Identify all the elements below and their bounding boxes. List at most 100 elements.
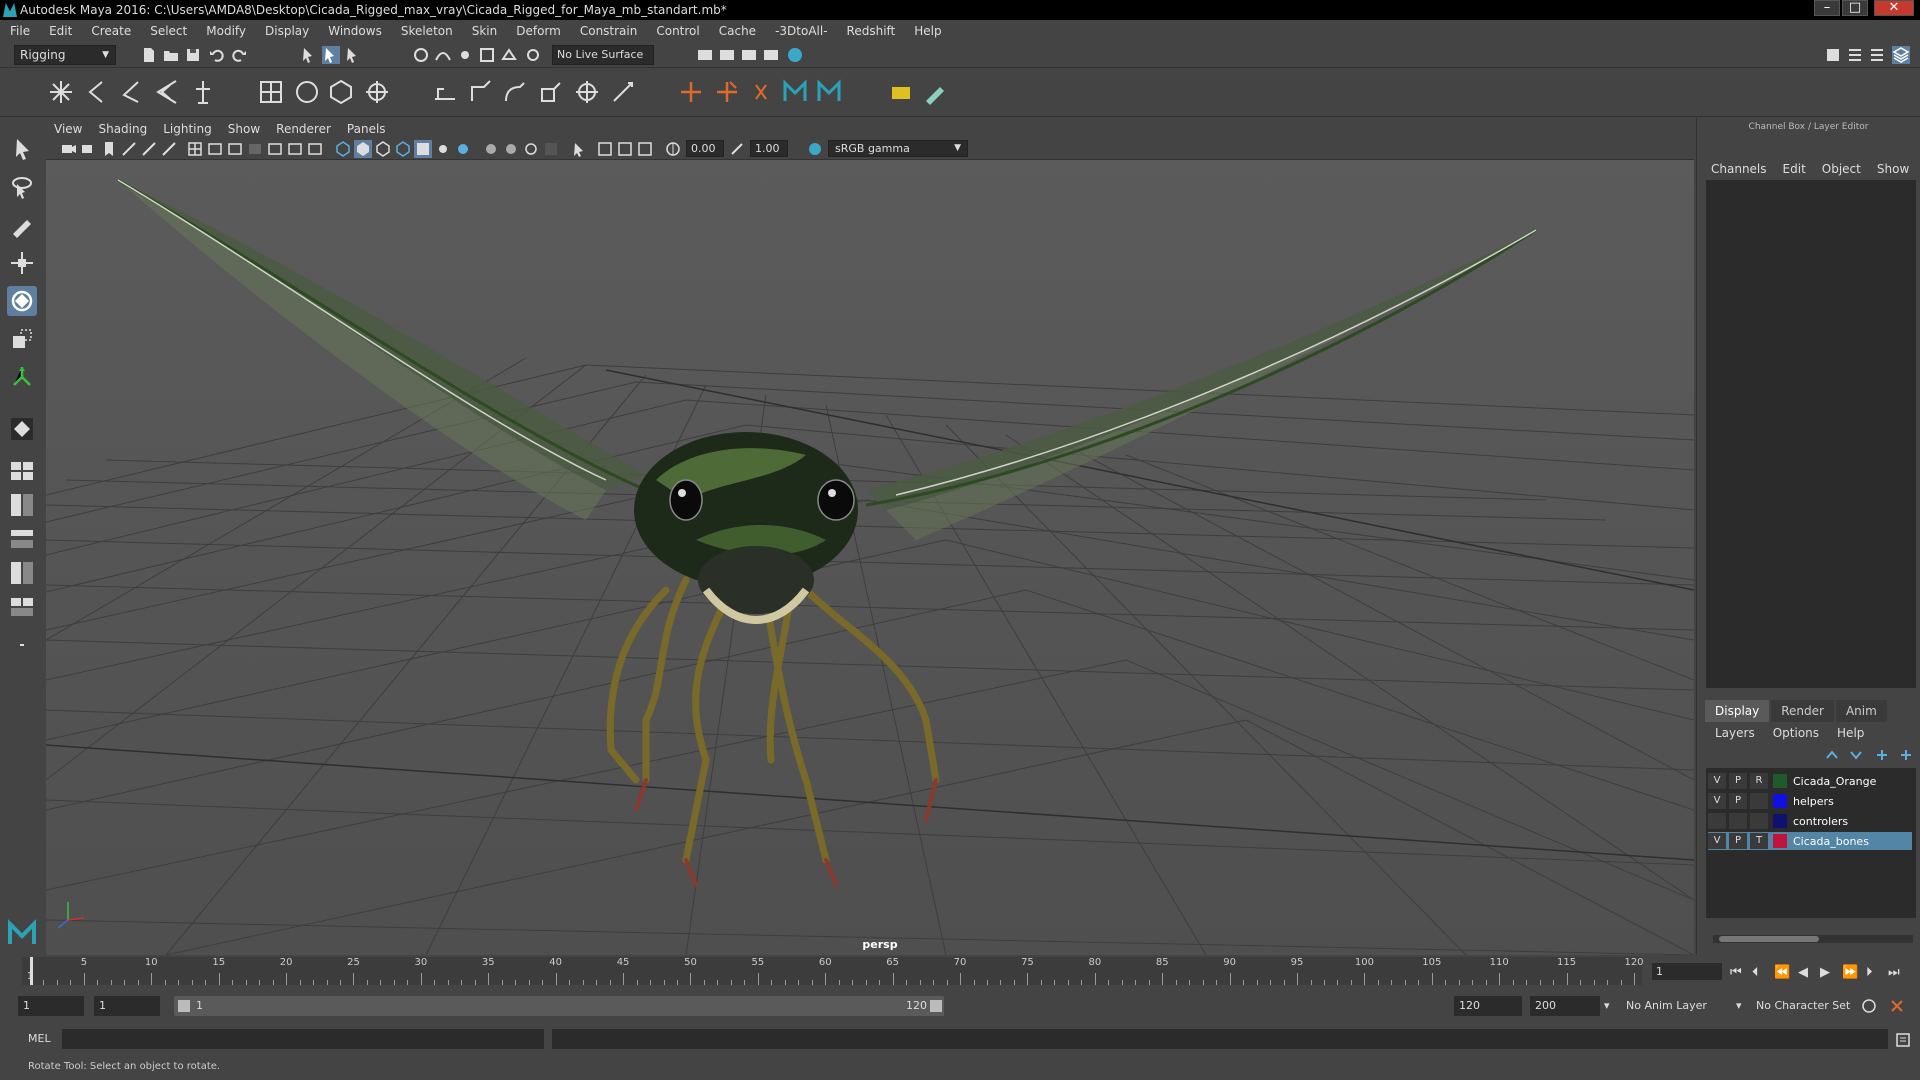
channel-list[interactable] (1706, 180, 1916, 688)
menu-control[interactable]: Control (656, 24, 699, 38)
layer-playback-toggle[interactable]: P (1729, 793, 1747, 809)
play-backwards-icon[interactable]: ◀ (1798, 965, 1808, 980)
channel-menu-channels[interactable]: Channels (1711, 162, 1767, 176)
shadows-icon[interactable] (454, 140, 472, 158)
anti-aliasing-icon[interactable] (522, 140, 540, 158)
panel-menu-renderer[interactable]: Renderer (276, 122, 331, 136)
menu-create[interactable]: Create (91, 24, 131, 38)
toolbox-collapse-icon[interactable] (7, 630, 37, 660)
anim-layer-dropdown[interactable]: No Anim Layer (1626, 996, 1736, 1016)
animation-preferences-icon[interactable] (1888, 997, 1906, 1015)
animation-end-field[interactable]: 200 (1530, 996, 1600, 1016)
panel-menu-show[interactable]: Show (228, 122, 260, 136)
wireframe-icon[interactable] (334, 140, 352, 158)
render-frame-icon[interactable] (696, 46, 714, 64)
layer-display-type-toggle[interactable]: T (1750, 833, 1768, 849)
minimize-button[interactable]: – (1814, 0, 1840, 16)
menu-file[interactable]: File (10, 24, 30, 38)
ik-spline-icon[interactable] (116, 77, 146, 107)
camera-attributes-icon[interactable] (80, 140, 98, 158)
rotate-tool-icon[interactable] (7, 286, 37, 316)
camera-icon[interactable] (60, 140, 78, 158)
range-start-handle[interactable] (178, 1000, 190, 1012)
playback-start-field[interactable]: 1 (94, 996, 160, 1016)
channel-menu-show[interactable]: Show (1877, 162, 1909, 176)
menu-3dtoall[interactable]: -3DtoAll- (775, 24, 827, 38)
range-slider-bar[interactable]: 1 120 (174, 996, 944, 1016)
isolate-select-icon[interactable] (570, 140, 588, 158)
layer-row[interactable]: V P R Cicada_Orange (1708, 772, 1912, 790)
field-chart-icon[interactable] (266, 140, 284, 158)
step-back-icon[interactable]: ⏴ (1752, 965, 1759, 980)
panel-menu-view[interactable]: View (54, 122, 82, 136)
snap-point-icon[interactable] (456, 46, 474, 64)
image-plane-icon[interactable] (120, 140, 138, 158)
select-tool-icon[interactable] (7, 134, 37, 164)
layer-visibility-toggle[interactable]: V (1708, 773, 1726, 789)
layers-menu-options[interactable]: Options (1773, 726, 1819, 740)
layers-menu-layers[interactable]: Layers (1715, 726, 1755, 740)
point-constraint-icon[interactable] (430, 77, 460, 107)
ik-handle-icon[interactable] (82, 77, 112, 107)
redshift-icon[interactable] (786, 46, 804, 64)
safe-action-icon[interactable] (286, 140, 304, 158)
layer-display-type-toggle[interactable]: R (1750, 773, 1768, 789)
safe-title-icon[interactable] (306, 140, 324, 158)
bind-skin-icon[interactable] (152, 77, 182, 107)
menu-modify[interactable]: Modify (206, 24, 246, 38)
menu-redshift[interactable]: Redshift (847, 24, 896, 38)
menu-skin[interactable]: Skin (472, 24, 498, 38)
tab-anim[interactable]: Anim (1835, 700, 1887, 722)
attribute-editor-icon[interactable] (1846, 46, 1864, 64)
textured-icon[interactable] (414, 140, 432, 158)
quick-rig-icon[interactable] (188, 77, 218, 107)
redo-icon[interactable] (230, 46, 248, 64)
command-language-toggle[interactable]: MEL (28, 1032, 51, 1045)
layer-color-swatch[interactable] (1773, 774, 1787, 788)
maya-script-icon[interactable] (780, 77, 810, 107)
orient-constraint-icon[interactable] (500, 77, 530, 107)
chevron-down-icon[interactable]: ▾ (1604, 996, 1610, 1016)
soft-mod-icon[interactable] (7, 414, 37, 444)
tool-settings-icon[interactable] (1868, 46, 1886, 64)
xray-joints-icon[interactable] (616, 140, 634, 158)
screen-space-ao-icon[interactable] (482, 140, 500, 158)
hypershade-icon[interactable] (762, 46, 780, 64)
resolution-gate-icon[interactable] (226, 140, 244, 158)
xray-icon[interactable] (596, 140, 614, 158)
cicada-model[interactable] (117, 178, 1537, 887)
select-component-icon[interactable] (344, 46, 362, 64)
go-to-end-icon[interactable]: ⏭ (1888, 965, 1900, 980)
menu-select[interactable]: Select (150, 24, 187, 38)
menu-constrain[interactable]: Constrain (580, 24, 638, 38)
lattice-icon[interactable] (292, 77, 322, 107)
menu-edit[interactable]: Edit (49, 24, 72, 38)
view-transform-dropdown[interactable]: sRGB gamma ▼ (828, 140, 968, 157)
aim-constraint-icon[interactable] (466, 77, 496, 107)
parent-constraint-icon[interactable] (572, 77, 602, 107)
ipr-render-icon[interactable] (718, 46, 736, 64)
select-hierarchy-icon[interactable] (300, 46, 318, 64)
modeling-toolkit-icon[interactable] (1824, 46, 1842, 64)
create-joint-chain-icon[interactable] (712, 77, 742, 107)
step-forward-key-icon[interactable]: ⏩ (1842, 965, 1858, 980)
auto-key-icon[interactable] (1860, 997, 1878, 1015)
command-input[interactable] (62, 1029, 544, 1049)
layer-playback-toggle[interactable]: P (1729, 833, 1747, 849)
layout-graph-icon[interactable] (7, 558, 37, 588)
wireframe-on-shaded-icon[interactable] (394, 140, 412, 158)
gamma-field[interactable]: 1.00 (750, 140, 788, 157)
snap-grid-icon[interactable] (412, 46, 430, 64)
step-back-key-icon[interactable]: ⏪ (1774, 965, 1790, 980)
menu-deform[interactable]: Deform (516, 24, 561, 38)
maya-script-2-icon[interactable] (814, 77, 844, 107)
character-set-dropdown[interactable]: No Character Set (1756, 996, 1866, 1016)
layer-display-type-toggle[interactable] (1750, 813, 1768, 829)
close-button[interactable]: ✕ (1874, 0, 1914, 16)
channel-box-icon[interactable] (1892, 46, 1910, 64)
menu-cache[interactable]: Cache (719, 24, 756, 38)
maximize-button[interactable]: □ (1842, 0, 1868, 16)
save-scene-icon[interactable] (184, 46, 202, 64)
channel-menu-object[interactable]: Object (1822, 162, 1861, 176)
menu-display[interactable]: Display (265, 24, 309, 38)
